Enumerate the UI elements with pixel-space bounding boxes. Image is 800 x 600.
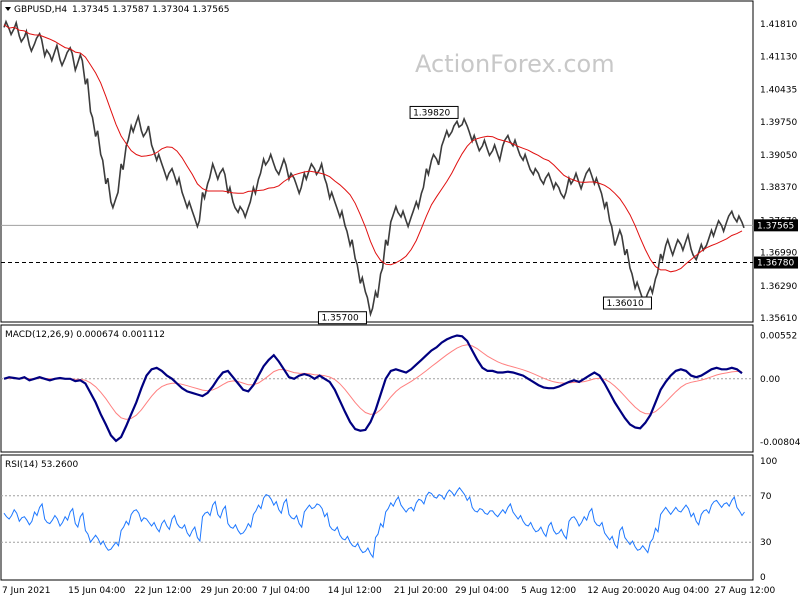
current-price-tag-text: 1.37565 — [757, 221, 794, 231]
y-tick-label: 1.40435 — [760, 85, 797, 95]
x-tick-label: 20 Aug 04:00 — [648, 586, 709, 596]
y-tick-label: 0.00552 — [760, 331, 797, 341]
y-tick-label: 1.38370 — [760, 183, 797, 193]
current-price-tag: 1.37565 — [754, 219, 798, 232]
x-tick-label: 22 Jun 12:00 — [134, 586, 191, 596]
y-tick-label: 1.41130 — [760, 52, 797, 62]
y-tick-label: 1.41810 — [760, 20, 797, 30]
support-tag-text: 1.36780 — [757, 259, 794, 269]
annotation-high: 1.39820 — [409, 105, 459, 119]
y-tick-label: 1.35610 — [760, 314, 797, 324]
forex-chart: ActionForex.com GBPUSD,H4 1.37345 1.3758… — [0, 0, 800, 600]
y-tick-label: -0.00804 — [760, 438, 800, 448]
macd-header: MACD(12,26,9) 0.000674 0.001112 — [5, 330, 165, 340]
x-tick-label: 7 Jul 04:00 — [262, 586, 311, 596]
annotation-text: 1.39820 — [413, 108, 450, 118]
x-tick-label: 21 Jul 20:00 — [394, 586, 448, 596]
x-tick-label: 14 Jul 12:00 — [328, 586, 382, 596]
y-tick-label: 1.39750 — [760, 118, 797, 128]
x-tick-label: 29 Jun 20:00 — [200, 586, 257, 596]
watermark: ActionForex.com — [415, 50, 615, 78]
y-tick-label: 70 — [760, 492, 772, 502]
annotation-text: 1.35700 — [321, 314, 358, 324]
support-tag: 1.36780 — [754, 256, 798, 269]
x-tick-label: 12 Aug 20:00 — [587, 586, 648, 596]
y-tick-label: 1.36290 — [760, 282, 797, 292]
x-tick-label: 15 Jun 04:00 — [68, 586, 125, 596]
ohlc-label: 1.37345 1.37587 1.37304 1.37565 — [72, 5, 229, 15]
x-tick-label: 5 Aug 12:00 — [521, 586, 576, 596]
x-tick-label: 27 Aug 12:00 — [715, 586, 776, 596]
y-tick-label: 30 — [760, 538, 772, 548]
x-tick-label: 29 Jul 04:00 — [455, 586, 509, 596]
chart-background — [0, 0, 800, 600]
symbol-label: GBPUSD,H4 — [14, 5, 67, 15]
y-tick-label: 1.39050 — [760, 151, 797, 161]
x-tick-label: 7 Jun 2021 — [2, 586, 50, 596]
y-tick-label: 0.00 — [760, 375, 780, 385]
annotation-low-2: 1.36010 — [602, 296, 652, 310]
rsi-header: RSI(14) 53.2600 — [5, 460, 78, 470]
annotation-text: 1.36010 — [606, 299, 643, 309]
annotation-low-1: 1.35700 — [317, 311, 367, 325]
y-tick-label: 100 — [760, 457, 777, 467]
y-tick-label: 0 — [760, 573, 766, 583]
